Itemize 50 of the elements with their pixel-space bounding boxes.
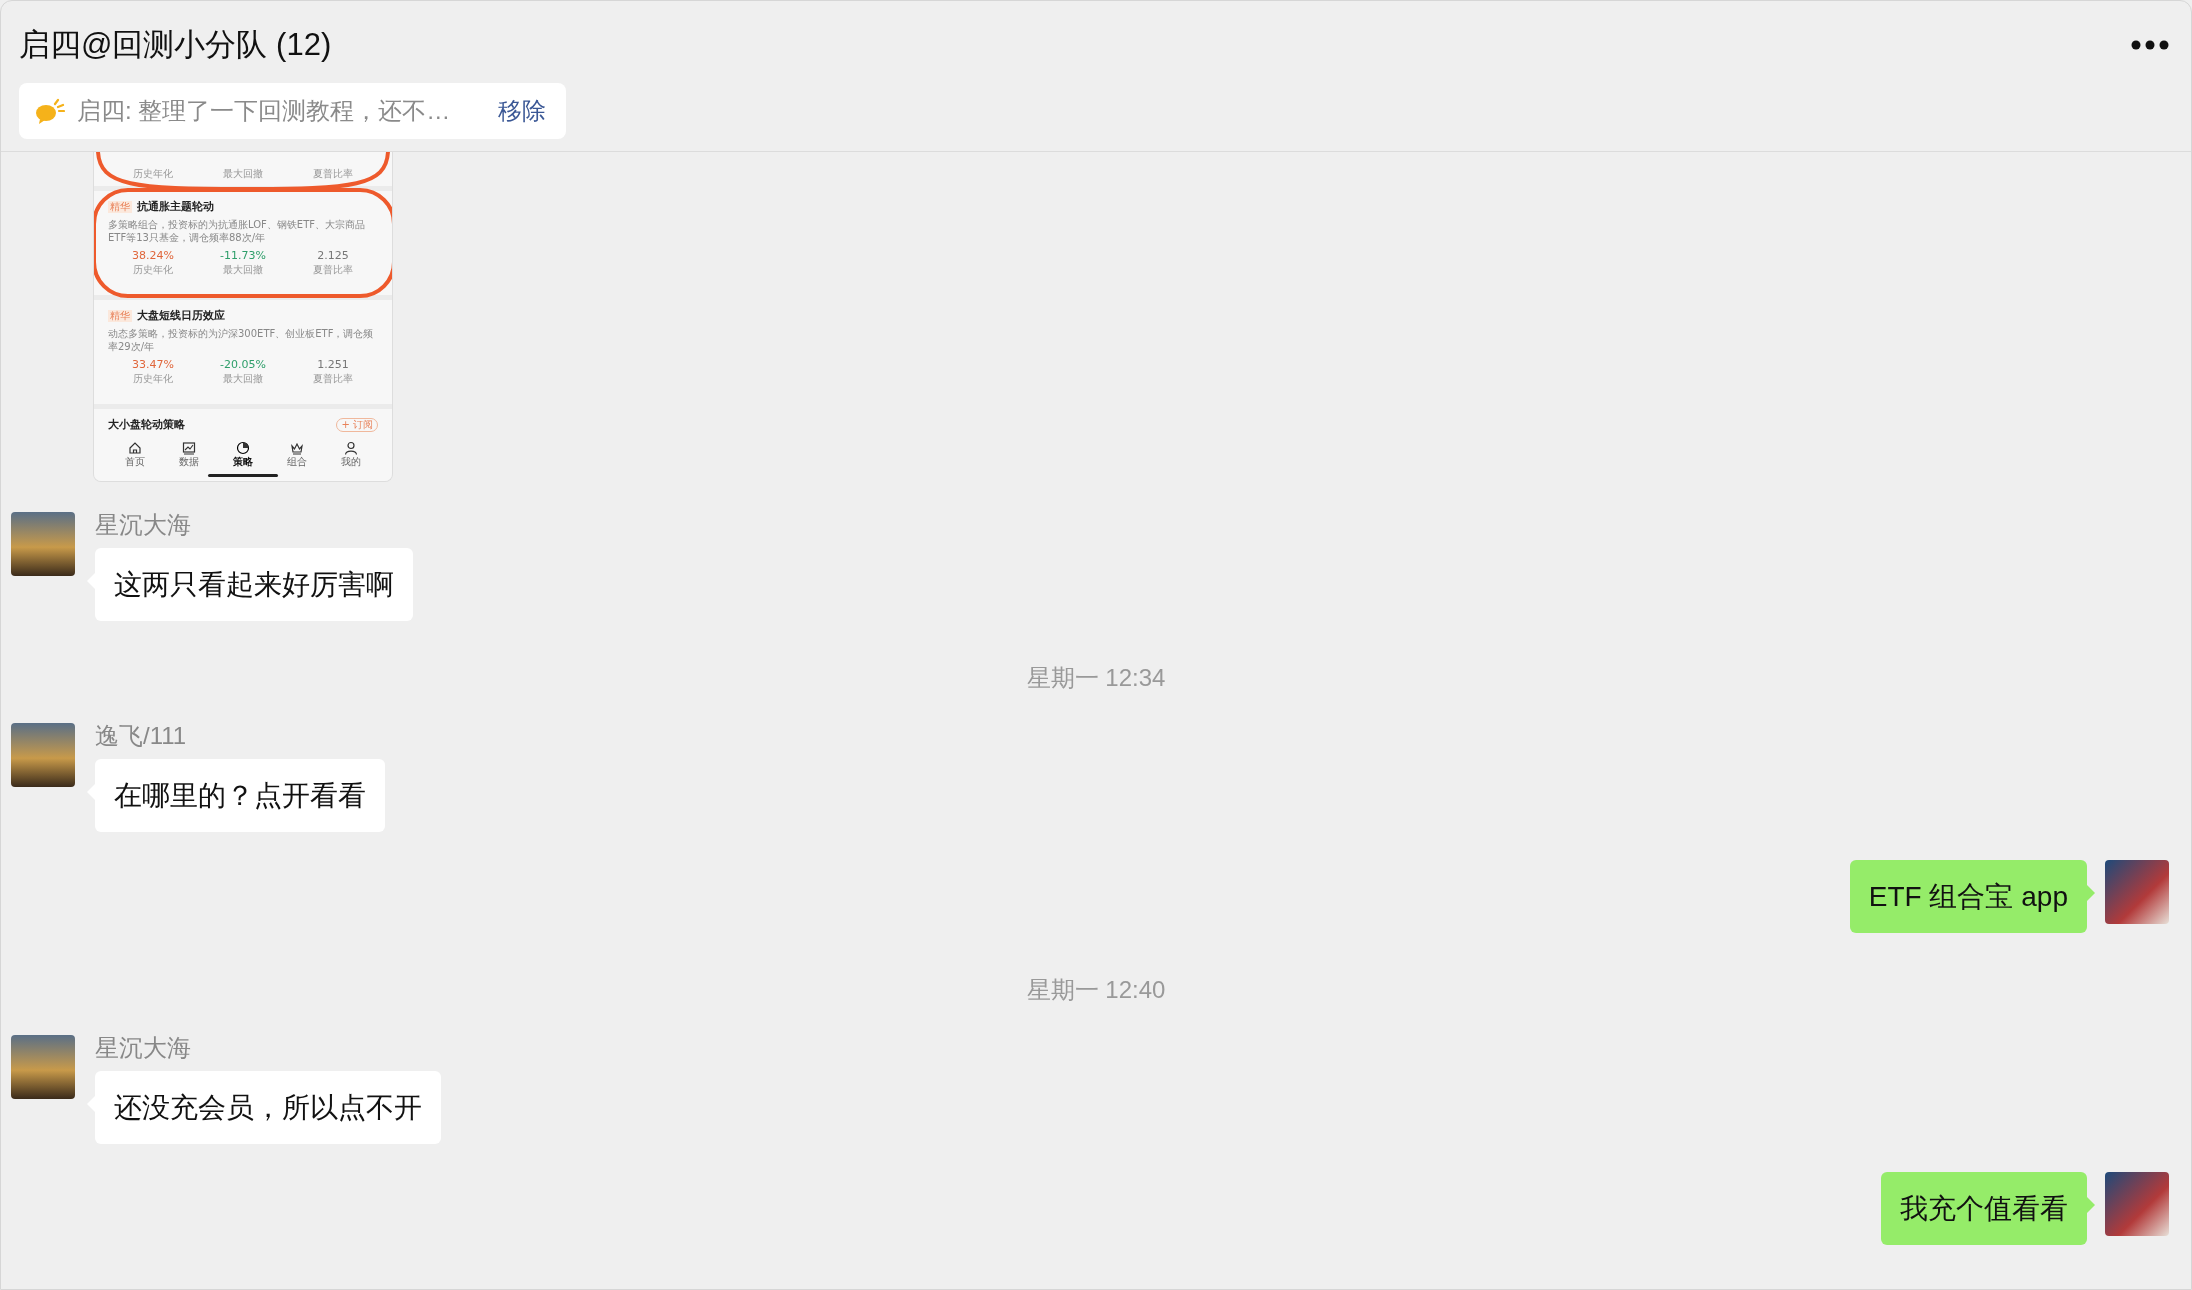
stat-label: 夏普比率	[313, 372, 353, 385]
avatar-photo-placeholder[interactable]	[11, 1035, 75, 1099]
stat-label: 夏普比率	[313, 167, 353, 180]
strategy-title: 抗通胀主题轮动	[137, 199, 214, 214]
crown-icon	[290, 441, 304, 455]
strategy-title: 大盘短线日历效应	[137, 308, 225, 323]
stat-value: -20.05%	[220, 358, 266, 372]
timestamp: 星期一 12:40	[1026, 975, 1166, 1005]
avatar-photo-placeholder[interactable]	[2105, 1172, 2169, 1236]
stat-label: 最大回撤	[223, 263, 263, 276]
remove-link[interactable]: 移除	[498, 95, 547, 127]
pie-chart-icon	[236, 441, 250, 455]
stat-label: 历史年化	[133, 372, 173, 385]
more-icon	[2131, 40, 2169, 50]
shared-screenshot[interactable]	[93, 152, 393, 482]
tab-item: 策略	[216, 441, 270, 468]
stat-value: 1.251	[317, 358, 349, 372]
tab-item: 数据	[162, 441, 216, 468]
tab-item: 我的	[324, 441, 378, 468]
sender-name: 逸飞/111	[95, 721, 187, 751]
home-indicator	[208, 474, 278, 477]
stat-label: 夏普比率	[313, 263, 353, 276]
timestamp: 星期一 12:34	[1026, 663, 1166, 693]
tab-item: 首页	[108, 441, 162, 468]
stat-value: 33.47%	[132, 358, 174, 372]
avatar-photo-placeholder[interactable]	[11, 723, 75, 787]
strategy-tag: 精华	[108, 200, 132, 213]
stat-value: 38.24%	[132, 249, 174, 263]
sender-name: 星沉大海	[95, 510, 191, 540]
chat-title: 启四@回测小分队 (12)	[19, 26, 332, 64]
tab-item: 组合	[270, 441, 324, 468]
stat-value: -11.73%	[220, 249, 266, 263]
stat-label: 历史年化	[133, 263, 173, 276]
pinned-message-text: 启四: 整理了一下回测教程，还不…	[77, 96, 451, 126]
strategy-description: 动态多策略，投资标的为沪深300ETF、创业板ETF，调仓频率29次/年	[108, 327, 375, 353]
stat-label: 历史年化	[133, 167, 173, 180]
strategy-tag: 精华	[108, 309, 132, 322]
strategy-title: 大小盘轮动策略	[108, 417, 185, 432]
person-icon	[344, 441, 358, 455]
pinned-message-bar[interactable]: 启四: 整理了一下回测教程，还不… 移除	[19, 83, 567, 139]
home-icon	[128, 441, 142, 455]
avatar-photo-placeholder[interactable]	[2105, 860, 2169, 924]
speech-bubble-icon	[35, 98, 65, 124]
strategy-description: 多策略组合，投资标的为抗通胀LOF、钢铁ETF、大宗商品ETF等13只基金，调仓频率88次/年	[108, 218, 367, 244]
sender-name: 星沉大海	[95, 1033, 191, 1063]
stat-value: 2.125	[317, 249, 349, 263]
avatar-photo-placeholder[interactable]	[11, 512, 75, 576]
chart-icon	[182, 441, 196, 455]
stat-label: 最大回撤	[223, 372, 263, 385]
stat-label: 最大回撤	[223, 167, 263, 180]
